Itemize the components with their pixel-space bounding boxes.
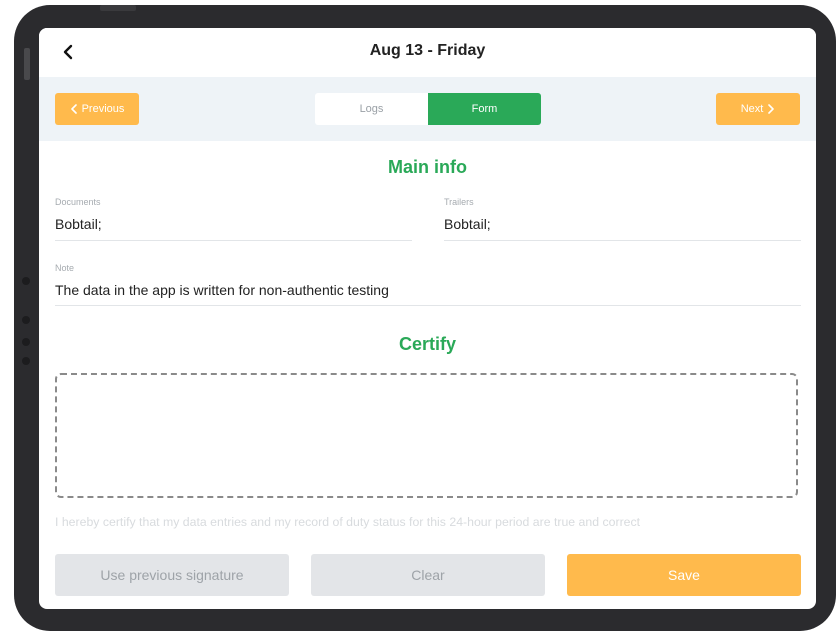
documents-underline (55, 240, 412, 241)
previous-label: Previous (81, 103, 125, 115)
use-previous-signature-button[interactable]: Use previous signature (55, 554, 289, 596)
note-label: Note (55, 263, 75, 273)
previous-button[interactable]: Previous (55, 93, 139, 125)
side-button (24, 48, 30, 80)
certify-heading: Certify (398, 334, 456, 354)
trailers-label: Trailers (444, 197, 474, 207)
clear-button[interactable]: Clear (311, 554, 545, 596)
chevron-left-icon (70, 104, 77, 114)
certification-statement: I hereby certify that my data entries an… (55, 515, 641, 529)
note-underline (55, 305, 801, 306)
save-label: Save (668, 567, 700, 583)
next-button[interactable]: Next (716, 93, 800, 125)
frame-dot (22, 338, 30, 346)
day-navigation-bar: Previous Logs Form Next (39, 77, 816, 141)
next-label: Next (740, 103, 764, 115)
signature-pad[interactable] (55, 373, 798, 498)
frame-dot (22, 277, 30, 285)
chevron-right-icon (768, 104, 775, 114)
header: Aug 13 - Friday (39, 28, 816, 77)
trailers-underline (444, 240, 801, 241)
camera-bump (100, 5, 136, 11)
frame-dot (22, 316, 30, 324)
view-segmented-control: Logs Form (315, 93, 541, 125)
tab-logs[interactable]: Logs (315, 93, 428, 125)
main-info-heading: Main info (388, 157, 467, 177)
save-button[interactable]: Save (567, 554, 801, 596)
documents-label: Documents (55, 197, 101, 207)
frame-dot (22, 357, 30, 365)
tab-logs-label: Logs (359, 103, 384, 115)
trailers-value: Bobtail; (444, 216, 491, 232)
note-value: The data in the app is written for non-a… (55, 282, 389, 298)
app-screen: Aug 13 - Friday Previous Logs Form Next … (39, 28, 816, 609)
tab-form-label: Form (471, 103, 498, 115)
documents-value: Bobtail; (55, 216, 102, 232)
tab-form[interactable]: Form (428, 93, 541, 125)
use-previous-signature-label: Use previous signature (100, 567, 244, 583)
clear-label: Clear (411, 567, 445, 583)
page-title: Aug 13 - Friday (369, 42, 486, 59)
